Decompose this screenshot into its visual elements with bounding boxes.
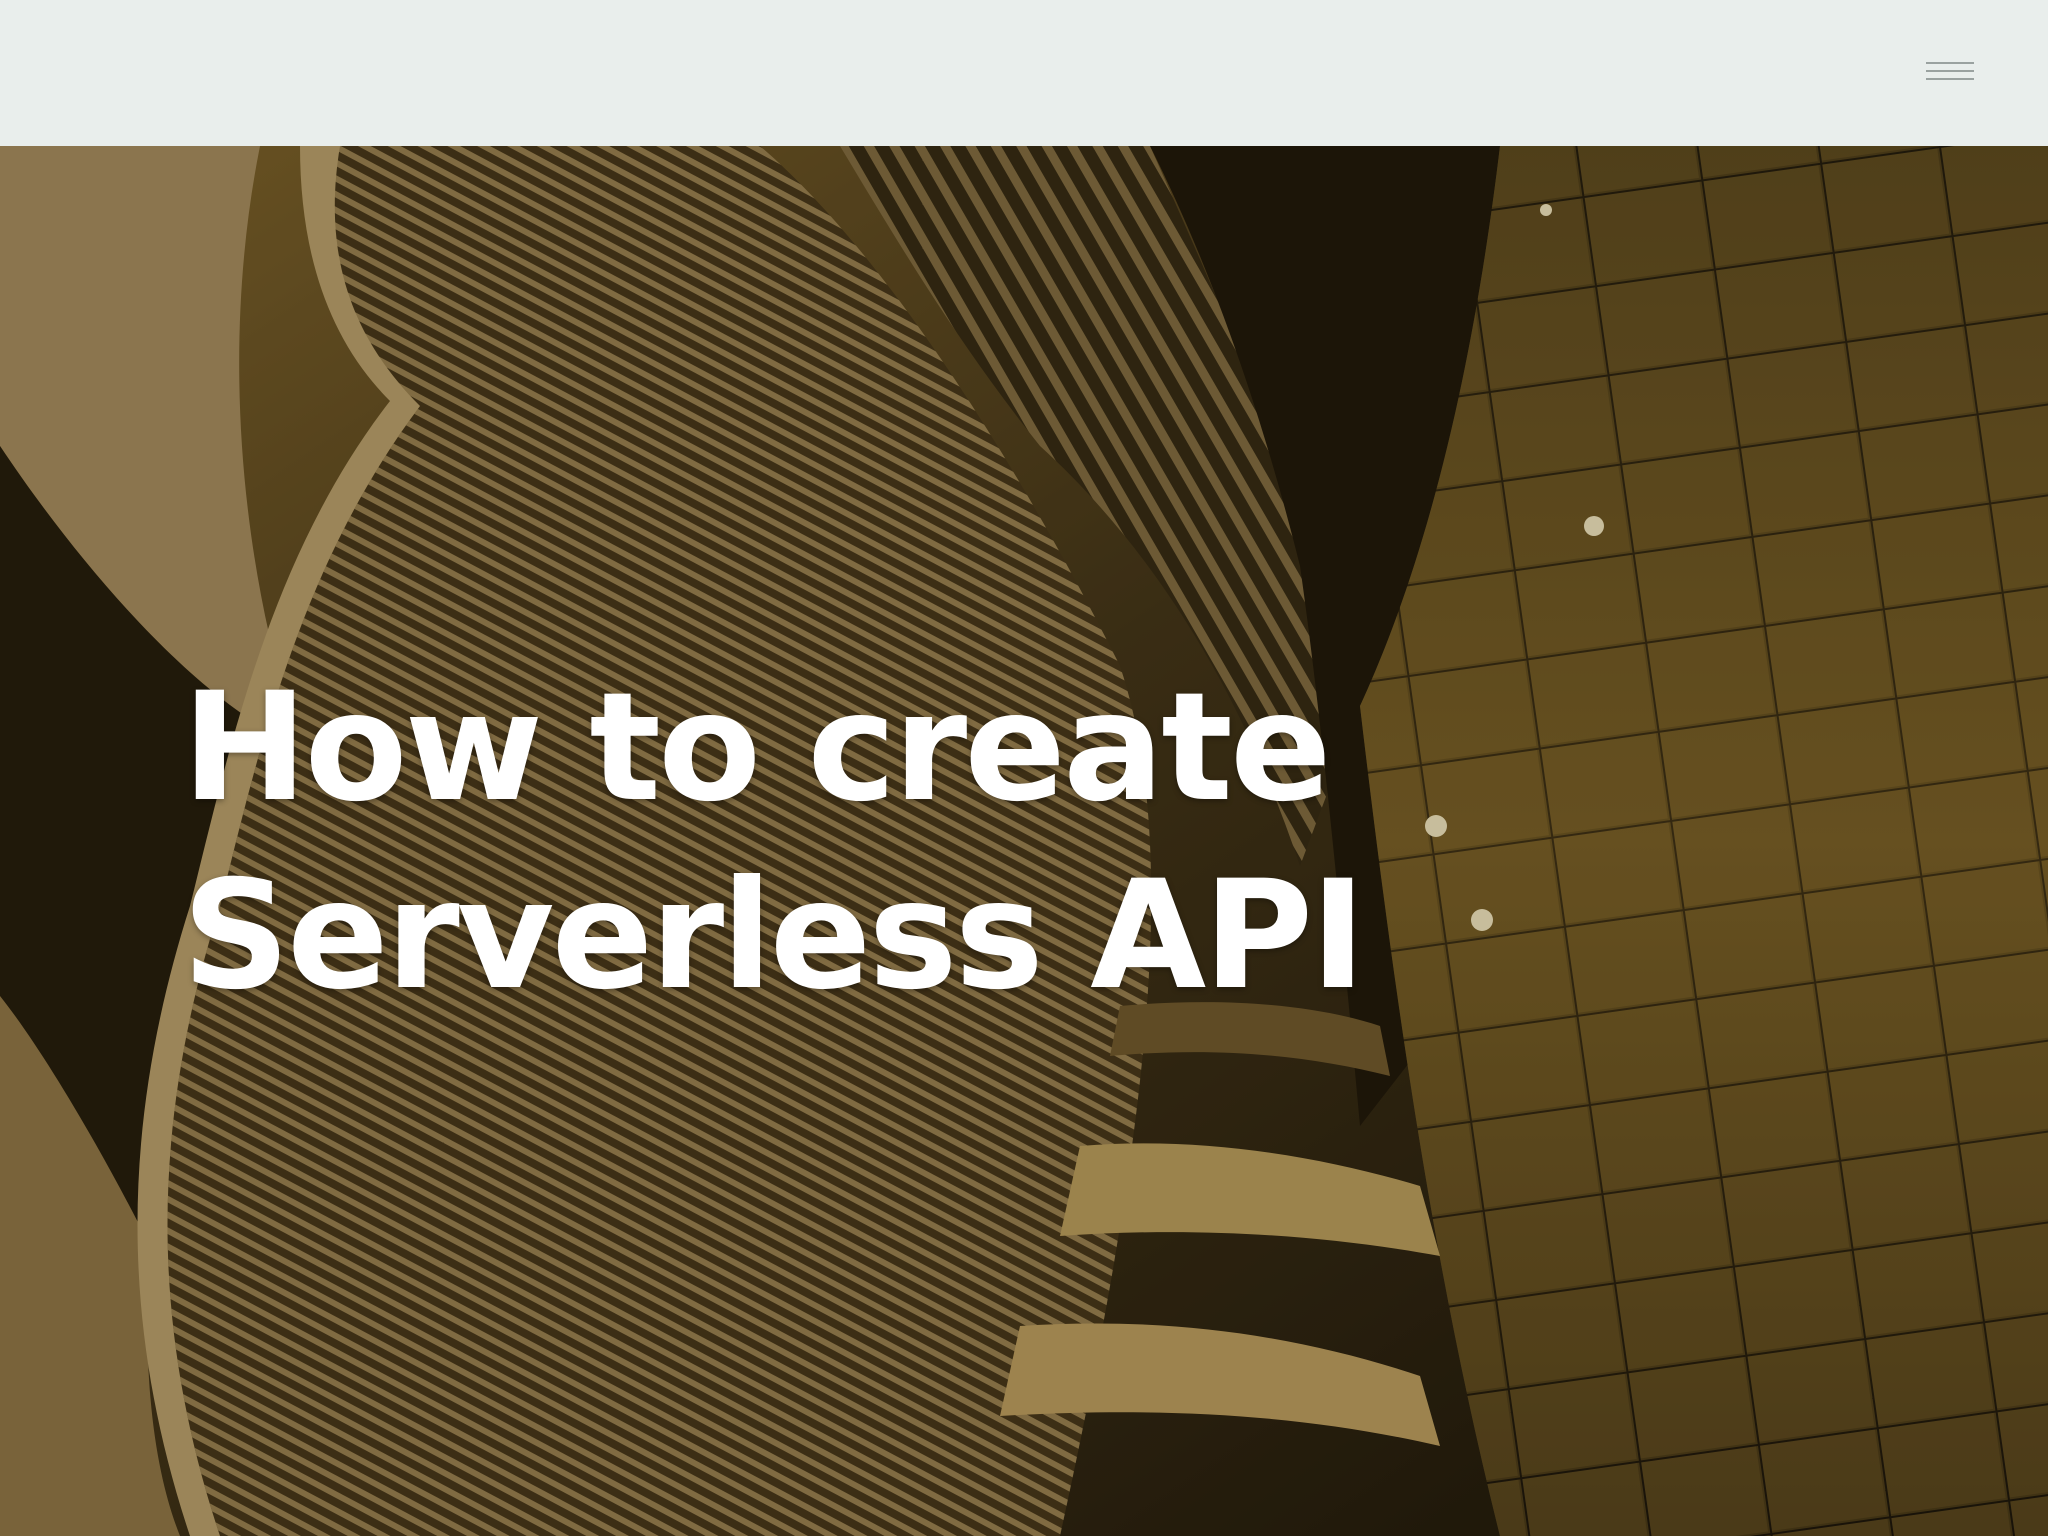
hero-banner: How to create Serverless API <box>0 146 2048 1536</box>
hamburger-menu-icon <box>1926 62 1974 64</box>
hero-title: How to create Serverless API <box>182 654 1482 1030</box>
hero-title-line-2: Serverless API <box>182 849 1366 1023</box>
site-header <box>0 0 2048 146</box>
hero-title-line-1: How to create <box>182 661 1332 835</box>
hamburger-menu-icon-bar <box>1926 70 1974 72</box>
hamburger-menu-button[interactable] <box>1920 56 1980 86</box>
hamburger-menu-icon-bar <box>1926 78 1974 80</box>
